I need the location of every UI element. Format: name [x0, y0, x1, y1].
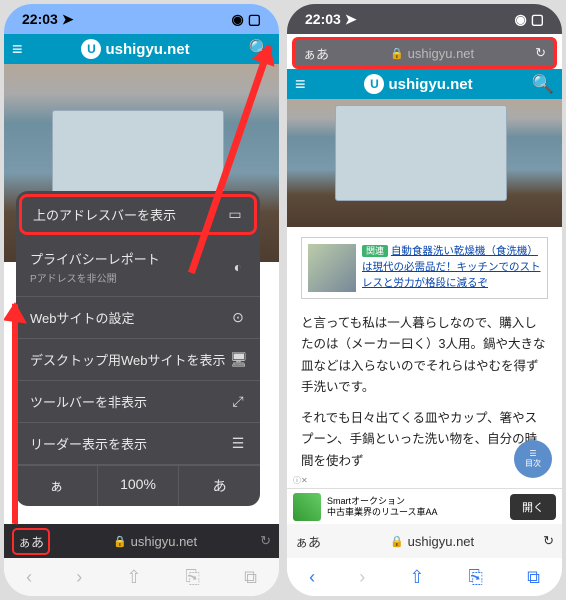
lock-icon: 🔒 — [113, 535, 127, 548]
paragraph-2: それでも日々出てくる皿やカップ、箸やスプーン、手鍋といった洗い物を、自分の時間を… — [301, 408, 548, 472]
back-button[interactable]: ‹ — [309, 567, 315, 588]
refresh-icon[interactable]: ↻ — [260, 533, 271, 549]
search-icon[interactable]: 🔍 — [532, 74, 554, 95]
reader-icon: ☰ — [230, 435, 246, 452]
logo-icon: U — [81, 39, 101, 59]
aa-button[interactable]: ぁあ — [295, 532, 321, 551]
lock-icon: 🔒 — [390, 535, 404, 548]
hero-image — [287, 99, 562, 227]
battery-icon: ▢ — [248, 11, 261, 28]
toc-fab[interactable]: ☰ 目次 — [514, 440, 552, 478]
menu-hide-toolbar[interactable]: ツールバーを非表示 ⤢ — [16, 381, 260, 423]
list-icon: ☰ — [529, 449, 536, 458]
menu-request-desktop[interactable]: デスクトップ用Webサイトを表示 🖥 — [16, 339, 260, 381]
tabs-button[interactable]: ⧉ — [244, 567, 257, 588]
page-settings-menu: 上のアドレスバーを表示 ▭ プライバシーレポート Pアドレスを非公開 ◐ Web… — [16, 191, 260, 506]
menu-show-reader[interactable]: リーダー表示を表示 ☰ — [16, 423, 260, 465]
share-button[interactable]: ⇧ — [409, 567, 424, 588]
menu-website-settings[interactable]: Webサイトの設定 ⊙ — [16, 297, 260, 339]
address-bar-icon: ▭ — [227, 206, 243, 223]
menu-privacy-report[interactable]: プライバシーレポート Pアドレスを非公開 ◐ — [16, 238, 260, 297]
back-button[interactable]: ‹ — [26, 567, 32, 588]
wifi-icon: ◉ — [515, 11, 527, 28]
status-bar: 22:03 ➤ ◉ ▢ — [287, 4, 562, 34]
tabs-button[interactable]: ⧉ — [527, 567, 540, 588]
url-display[interactable]: 🔒 ushigyu.net — [327, 534, 537, 549]
paragraph-1: と言っても私は一人暮らしなので、購入したのは（メーカー曰く）3人用。鍋や大きな皿… — [301, 313, 548, 398]
ad-open-button[interactable]: 開く — [510, 494, 556, 520]
zoom-in[interactable]: あ — [179, 466, 260, 506]
expand-icon: ⤢ — [230, 393, 246, 410]
related-tag: 関連 — [362, 245, 388, 257]
ad-indicator[interactable]: ⓘ✕ — [291, 475, 310, 486]
toolbar: ‹ › ⇧ ⎘ ⧉ — [287, 558, 562, 596]
status-bar: 22:03 ➤ ◉ ▢ — [4, 4, 279, 34]
related-article-card[interactable]: 関連 自動食器洗い乾燥機（食洗機）は現代の必需品だ！キッチンでのストレスと労力が… — [301, 237, 548, 299]
lock-icon: 🔒 — [390, 47, 404, 60]
site-logo[interactable]: U ushigyu.net — [81, 39, 189, 59]
url-display[interactable]: 🔒 ushigyu.net — [329, 46, 535, 61]
forward-button[interactable]: › — [359, 567, 365, 588]
ad-thumbnail — [293, 493, 321, 521]
top-address-bar[interactable]: ぁあ 🔒 ushigyu.net ↻ — [292, 37, 557, 69]
share-button[interactable]: ⇧ — [126, 567, 141, 588]
clock: 22:03 — [305, 11, 341, 27]
site-header: ≡ U ushigyu.net 🔍 — [4, 34, 279, 64]
location-icon: ➤ — [345, 11, 357, 28]
zoom-out[interactable]: ぁ — [16, 466, 98, 506]
bottom-address-bar[interactable]: ぁあ 🔒 ushigyu.net ↻ — [4, 524, 279, 558]
ad-text: Smartオークション 中古車業界のリユース車AA — [327, 496, 504, 518]
aa-button[interactable]: ぁあ — [12, 528, 50, 555]
logo-icon: U — [364, 74, 384, 94]
menu-show-top-address-bar[interactable]: 上のアドレスバーを表示 ▭ — [19, 194, 257, 235]
related-thumbnail — [308, 244, 356, 292]
site-header: ≡ U ushigyu.net 🔍 — [287, 69, 562, 99]
hamburger-icon[interactable]: ≡ — [12, 39, 23, 60]
refresh-icon[interactable]: ↻ — [543, 533, 554, 549]
battery-icon: ▢ — [531, 11, 544, 28]
shield-icon: ◐ — [230, 259, 246, 275]
bottom-address-bar[interactable]: ぁあ 🔒 ushigyu.net ↻ — [287, 524, 562, 558]
site-logo[interactable]: U ushigyu.net — [364, 74, 472, 94]
url-display[interactable]: 🔒 ushigyu.net — [56, 534, 254, 549]
zoom-controls: ぁ 100% あ — [16, 465, 260, 506]
forward-button[interactable]: › — [76, 567, 82, 588]
wifi-icon: ◉ — [232, 11, 244, 28]
hamburger-icon[interactable]: ≡ — [295, 74, 306, 95]
phone-left: 22:03 ➤ ◉ ▢ ≡ U ushigyu.net 🔍 上のアドレスバーを表… — [4, 4, 279, 596]
desktop-icon: 🖥 — [230, 351, 246, 368]
zoom-level: 100% — [98, 466, 180, 506]
clock: 22:03 — [22, 11, 58, 27]
phone-right: 22:03 ➤ ◉ ▢ ぁあ 🔒 ushigyu.net ↻ ≡ U ushig… — [287, 4, 562, 596]
annotation-arrow-left — [12, 304, 18, 525]
location-icon: ➤ — [62, 11, 74, 28]
bookmarks-button[interactable]: ⎘ — [186, 567, 200, 588]
gear-icon: ⊙ — [230, 309, 246, 326]
aa-button[interactable]: ぁあ — [303, 44, 329, 63]
toolbar: ‹ › ⇧ ⎘ ⧉ — [4, 558, 279, 596]
refresh-icon[interactable]: ↻ — [535, 45, 546, 61]
ad-banner[interactable]: ⓘ✕ Smartオークション 中古車業界のリユース車AA 開く — [287, 488, 562, 524]
related-link[interactable]: 自動食器洗い乾燥機（食洗機）は現代の必需品だ！キッチンでのストレスと労力が格段に… — [362, 245, 541, 289]
bookmarks-button[interactable]: ⎘ — [469, 567, 483, 588]
